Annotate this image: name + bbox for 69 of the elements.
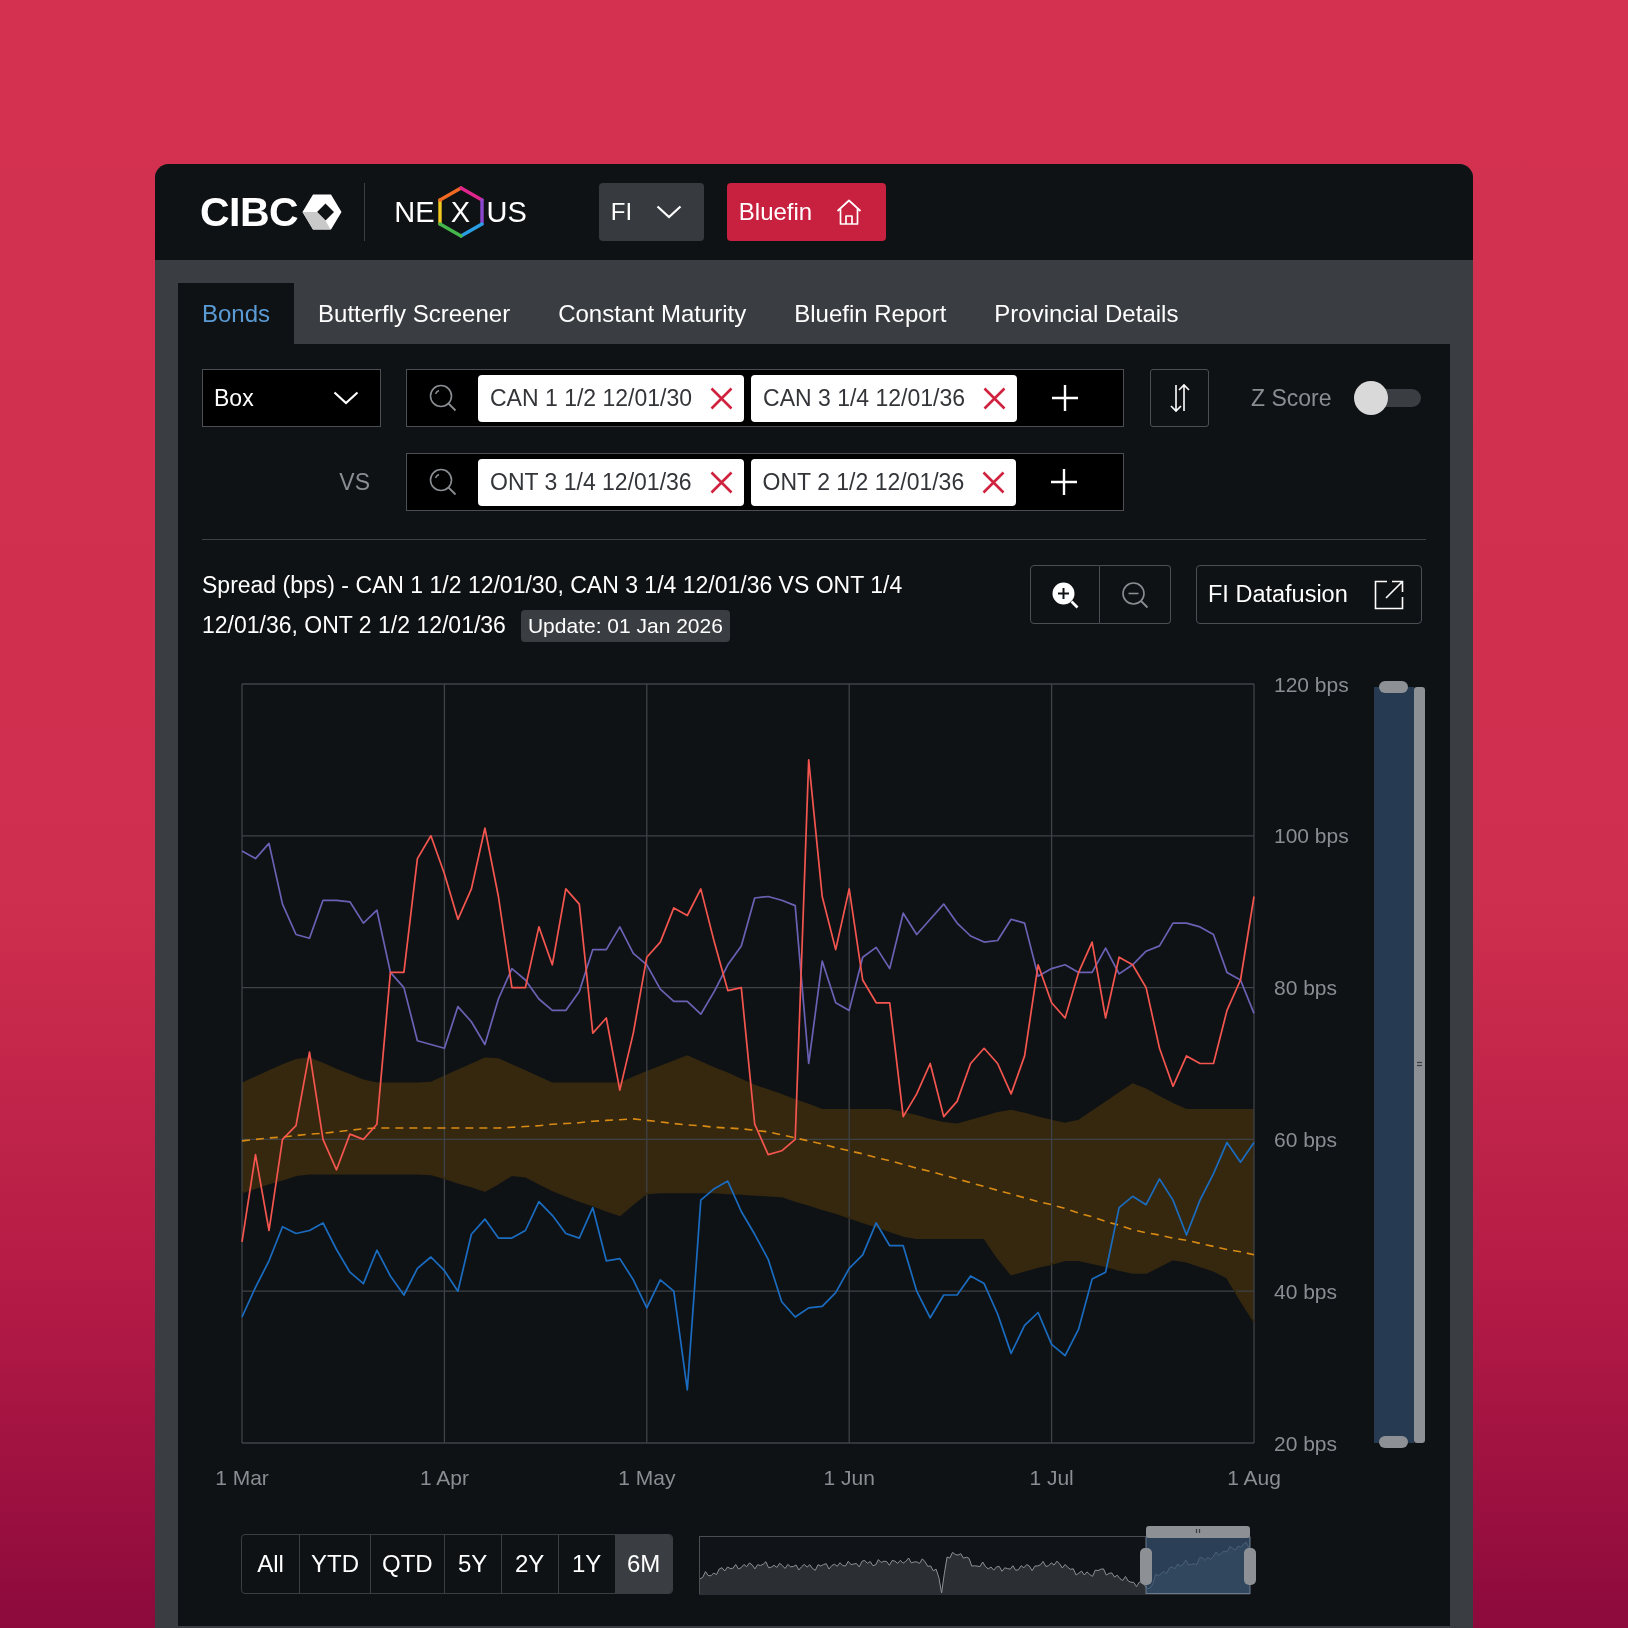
zoom-in-button[interactable] (1030, 565, 1100, 624)
range-handle[interactable] (1379, 681, 1408, 693)
chip-label: ONT 2 1/2 12/01/36 (762, 468, 965, 496)
range-navigator[interactable] (698, 1526, 1256, 1595)
close-icon[interactable] (709, 470, 733, 494)
axis-label: 100 bps (1274, 824, 1349, 848)
close-icon[interactable] (983, 386, 1007, 410)
axis-label: 1 Jul (1029, 1465, 1074, 1489)
scrollbar-thumb[interactable] (1414, 687, 1425, 1443)
grip-icon (1195, 1528, 1200, 1534)
home-button[interactable]: Bluefin (726, 183, 887, 241)
swap-button[interactable] (1150, 369, 1209, 427)
chart-title: Spread (bps) - CAN 1 1/2 12/01/30, CAN 3 1/4 12/01/36 VS ONT 1/4 (202, 571, 903, 599)
search-icon (429, 468, 457, 496)
axis-label: 20 bps (1274, 1431, 1338, 1455)
axis-label: 1 Mar (215, 1465, 269, 1489)
axis-label: 1 Apr (419, 1465, 469, 1489)
search-icon (429, 384, 457, 412)
range-button[interactable]: All (242, 1535, 299, 1593)
axis-label: 1 Jun (823, 1465, 875, 1489)
tab[interactable]: Bluefin Report (770, 283, 971, 344)
toggle-switch[interactable] (1353, 380, 1421, 416)
link-button[interactable]: FI Datafusion (1196, 565, 1422, 624)
range-button[interactable]: 1Y (557, 1535, 615, 1593)
axis-label: 40 bps (1274, 1279, 1338, 1303)
hexagon-icon (437, 186, 484, 238)
external-link-icon (1374, 579, 1404, 610)
range-button[interactable]: YTD (299, 1535, 370, 1593)
chevron-down-icon (333, 391, 359, 405)
logo-text: X (450, 197, 471, 227)
plus-icon (1050, 468, 1079, 496)
range-button[interactable]: QTD (370, 1535, 444, 1593)
tab[interactable]: Constant Maturity (534, 283, 771, 344)
grip-icon (1416, 1061, 1423, 1067)
chevron-down-icon (655, 205, 682, 219)
range-button[interactable]: 6M (614, 1535, 672, 1593)
range-button[interactable]: 5Y (443, 1535, 501, 1593)
chip-label: ONT 3 1/4 12/01/36 (490, 468, 692, 496)
axis-label: 80 bps (1274, 976, 1338, 1000)
search-field[interactable]: ONT 3 1/4 12/01/36 ONT 2 1/2 12/01/36 (406, 453, 1124, 511)
tab[interactable]: Butterfly Screener (294, 283, 535, 344)
logo-mark-icon (302, 194, 343, 230)
close-icon[interactable] (982, 470, 1006, 494)
zoom-in-icon (1051, 580, 1079, 609)
logo-text: CIBC (200, 191, 299, 233)
close-icon[interactable] (710, 386, 734, 410)
axis-label: 1 Aug (1227, 1465, 1281, 1489)
update-badge: Update: 01 Jan 2026 (520, 610, 730, 642)
axis-label: 60 bps (1274, 1127, 1338, 1151)
range-button[interactable]: 2Y (500, 1535, 558, 1593)
chart-title: 12/01/36, ONT 2 1/2 12/01/36 (202, 611, 506, 639)
logo-text: NE (394, 197, 435, 227)
chip-label: CAN 3 1/4 12/01/36 (763, 384, 966, 412)
axis-label: 1 May (618, 1465, 676, 1489)
vs-label: VS (339, 468, 370, 496)
tab[interactable]: Provincial Details (970, 283, 1203, 344)
logo-text: US (486, 197, 527, 227)
type-dropdown[interactable]: Box (202, 369, 381, 427)
swap-arrows-icon (1167, 383, 1192, 413)
tab[interactable]: Bonds (178, 283, 295, 344)
market-dropdown[interactable]: FI (598, 183, 704, 241)
axis-label: 120 bps (1274, 672, 1349, 696)
chip-label: CAN 1 1/2 12/01/30 (490, 384, 693, 412)
plus-icon (1051, 384, 1080, 412)
zoom-out-icon (1121, 580, 1149, 609)
toggle-label: Z Score (1251, 384, 1332, 412)
house-icon (835, 198, 864, 226)
range-handle[interactable] (1379, 1436, 1408, 1448)
search-field[interactable]: CAN 1 1/2 12/01/30 CAN 3 1/4 12/01/36 (406, 369, 1124, 427)
